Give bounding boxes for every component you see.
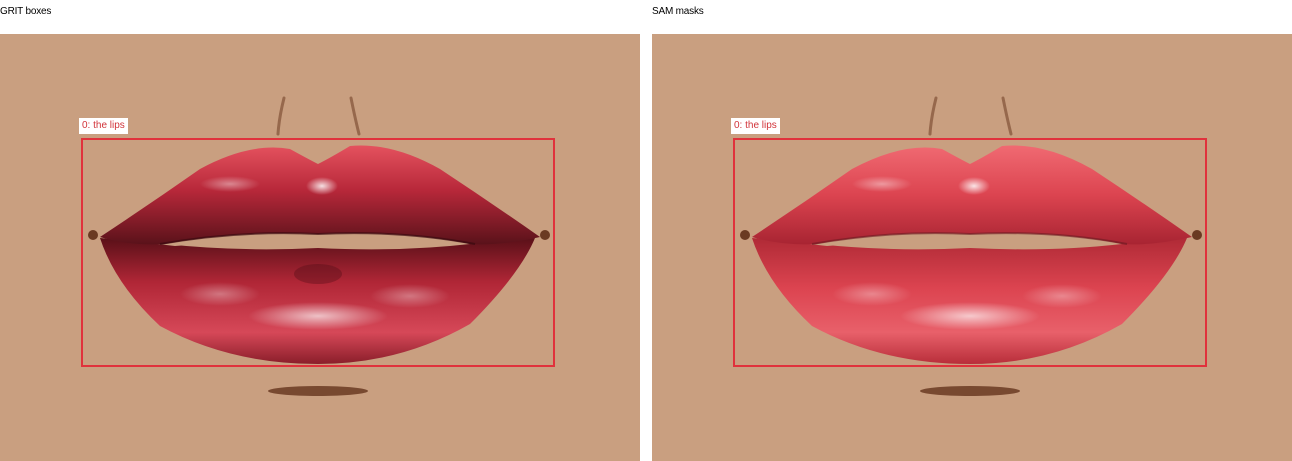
lips-bounding-box — [81, 138, 555, 367]
lips-box-label: 0: the lips — [79, 118, 128, 134]
grit-panel: GRIT boxes 0: the lips — [0, 0, 640, 461]
panel-title: SAM masks — [652, 6, 704, 17]
lips-image: 0: the lips — [0, 34, 640, 461]
lips-bounding-box — [733, 138, 1207, 367]
lips-image: 0: the lips — [652, 34, 1292, 461]
sam-panel: SAM masks 0: the lips — [652, 0, 1292, 461]
panel-title: GRIT boxes — [0, 6, 52, 17]
lips-box-label: 0: the lips — [731, 118, 780, 134]
